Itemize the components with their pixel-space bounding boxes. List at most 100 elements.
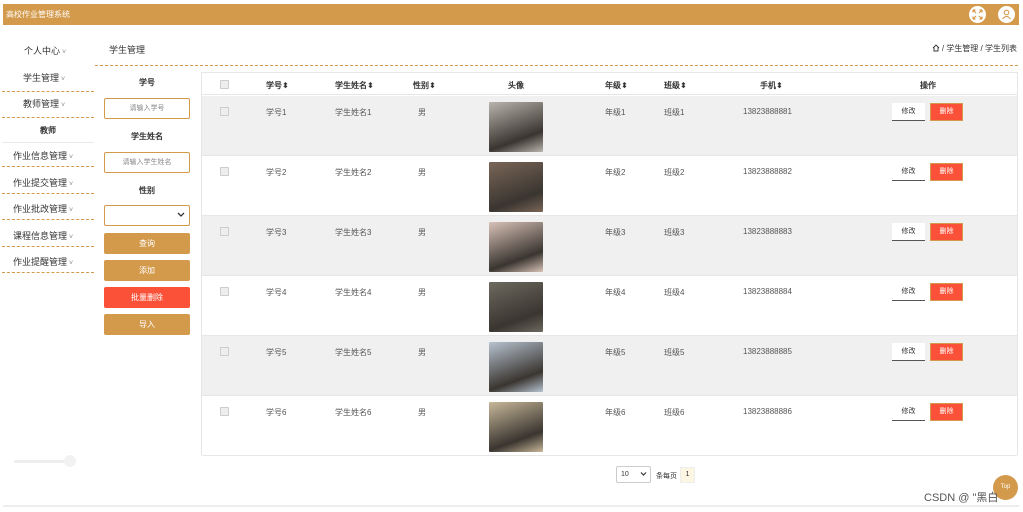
delete-button[interactable]: 删除 [930, 223, 963, 241]
breadcrumb-item-student-list: 学生列表 [985, 44, 1017, 53]
watermark: CSDN @ "黑白 [924, 492, 999, 504]
edit-button[interactable]: 修改 [892, 283, 925, 301]
sidebar-item-homework-info[interactable]: 作业信息管理 ˅ [2, 149, 94, 167]
home-icon[interactable] [932, 44, 942, 53]
breadcrumb-item-student-management[interactable]: 学生管理 [946, 44, 978, 53]
select-all-checkbox[interactable] [220, 80, 229, 89]
page-size-select[interactable]: 10 [616, 466, 651, 483]
cell-gender: 男 [418, 288, 426, 297]
sidebar-item-label: 作业批改管理 [13, 204, 68, 214]
cell-student-no: 学号5 [266, 348, 287, 357]
edit-button[interactable]: 修改 [892, 163, 925, 181]
sort-icon: ⬍ [367, 81, 374, 90]
breadcrumb: / 学生管理 / 学生列表 [932, 43, 1017, 54]
edit-button[interactable]: 修改 [892, 403, 925, 421]
batch-delete-button[interactable]: 批量删除 [104, 287, 190, 308]
delete-button[interactable]: 删除 [930, 343, 963, 361]
cell-gender: 男 [418, 108, 426, 117]
chevron-down-icon: ˅ [62, 49, 67, 56]
cell-grade: 年级4 [605, 288, 626, 297]
column-header-student-no[interactable]: 学号⬍ [266, 80, 289, 91]
chevron-down-icon [177, 210, 185, 221]
cell-student-no: 学号6 [266, 408, 287, 417]
student-name-input[interactable] [104, 152, 190, 173]
cell-name: 学生姓名1 [335, 108, 372, 117]
column-header-grade[interactable]: 年级⬍ [605, 80, 628, 91]
row-checkbox[interactable] [220, 227, 229, 236]
page-number-current[interactable]: 1 [680, 467, 695, 483]
sort-icon: ⬍ [282, 81, 289, 90]
sort-icon: ⬍ [429, 81, 436, 90]
sidebar-item-label: 作业信息管理 [13, 151, 68, 161]
chevron-down-icon: ˅ [69, 181, 74, 188]
cell-class: 班级1 [664, 108, 685, 117]
edit-button[interactable]: 修改 [892, 223, 925, 241]
avatar [489, 402, 543, 452]
student-table: 学号⬍ 学生姓名⬍ 性别⬍ 头像 年级⬍ 班级⬍ 手机⬍ 操作 学号1 学生姓名… [201, 72, 1018, 456]
chevron-down-icon: ˅ [69, 234, 74, 241]
gender-select[interactable] [104, 205, 190, 226]
cell-phone: 13823888883 [743, 227, 792, 236]
cell-name: 学生姓名5 [335, 348, 372, 357]
edit-button[interactable]: 修改 [892, 343, 925, 361]
cell-gender: 男 [418, 348, 426, 357]
cell-name: 学生姓名6 [335, 408, 372, 417]
column-header-avatar: 头像 [508, 81, 524, 90]
chevron-down-icon: ˅ [61, 102, 66, 109]
row-checkbox[interactable] [220, 407, 229, 416]
sidebar-item-homework-grading[interactable]: 作业批改管理 ˅ [2, 202, 94, 220]
breadcrumb-separator: / [941, 44, 945, 53]
bottom-scrollbar[interactable] [3, 505, 1019, 507]
table-header: 学号⬍ 学生姓名⬍ 性别⬍ 头像 年级⬍ 班级⬍ 手机⬍ 操作 [202, 73, 1017, 95]
sidebar-item-label: 作业提醒管理 [13, 257, 68, 267]
table-row: 学号2 学生姓名2 男 年级2 班级2 13823888882 修改 删除 [202, 156, 1017, 216]
import-button[interactable]: 导入 [104, 314, 190, 335]
delete-button[interactable]: 删除 [930, 283, 963, 301]
delete-button[interactable]: 删除 [930, 163, 963, 181]
cell-class: 班级4 [664, 288, 685, 297]
row-checkbox[interactable] [220, 347, 229, 356]
sidebar-subitem-teacher[interactable]: 教师 [2, 125, 94, 143]
cell-student-no: 学号3 [266, 228, 287, 237]
column-header-label: 年级 [605, 81, 621, 90]
sidebar-item-teacher-management[interactable]: 教师管理 ˅ [2, 97, 94, 118]
avatar [489, 102, 543, 152]
row-checkbox[interactable] [220, 287, 229, 296]
sort-icon: ⬍ [621, 81, 628, 90]
table-row: 学号4 学生姓名4 男 年级4 班级4 13823888884 修改 删除 [202, 276, 1017, 336]
cell-gender: 男 [418, 168, 426, 177]
column-header-phone[interactable]: 手机⬍ [760, 80, 783, 91]
edit-button[interactable]: 修改 [892, 103, 925, 121]
chevron-down-icon [640, 467, 647, 482]
cell-phone: 13823888884 [743, 287, 792, 296]
sidebar-item-label: 学生管理 [23, 73, 60, 83]
column-header-gender[interactable]: 性别⬍ [413, 80, 436, 91]
row-checkbox[interactable] [220, 107, 229, 116]
sidebar-item-homework-submission[interactable]: 作业提交管理 ˅ [2, 176, 94, 194]
chevron-down-icon: ˅ [69, 207, 74, 214]
user-icon[interactable] [998, 6, 1015, 23]
cell-student-no: 学号4 [266, 288, 287, 297]
sidebar-item-student-management[interactable]: 学生管理 ˅ [2, 71, 94, 92]
query-button[interactable]: 查询 [104, 233, 190, 254]
sidebar-item-personal-center[interactable]: 个人中心 ˅ [24, 44, 94, 57]
avatar [489, 282, 543, 332]
cell-phone: 13823888885 [743, 347, 792, 356]
delete-button[interactable]: 删除 [930, 103, 963, 121]
sidebar-item-course-info[interactable]: 课程信息管理 ˅ [2, 229, 94, 247]
top-bar: 高校作业管理系统 [3, 4, 1019, 25]
column-header-label: 性别 [413, 81, 429, 90]
sidebar-slider-handle[interactable] [64, 455, 76, 467]
sidebar-item-label: 课程信息管理 [13, 231, 68, 241]
fullscreen-icon[interactable] [969, 6, 986, 23]
sidebar-item-homework-reminder[interactable]: 作业提醒管理 ˅ [2, 255, 94, 273]
row-checkbox[interactable] [220, 167, 229, 176]
delete-button[interactable]: 删除 [930, 403, 963, 421]
add-button[interactable]: 添加 [104, 260, 190, 281]
column-header-name[interactable]: 学生姓名⬍ [335, 80, 374, 91]
student-no-input[interactable] [104, 98, 190, 119]
cell-grade: 年级2 [605, 168, 626, 177]
column-header-class[interactable]: 班级⬍ [664, 80, 687, 91]
cell-gender: 男 [418, 408, 426, 417]
cell-class: 班级5 [664, 348, 685, 357]
